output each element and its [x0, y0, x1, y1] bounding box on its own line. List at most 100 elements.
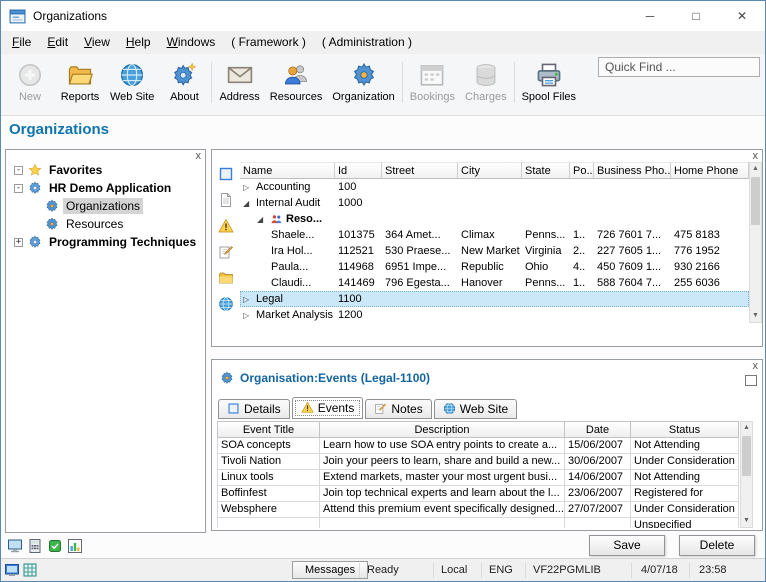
collapsed-expander-icon[interactable]: ▷: [243, 295, 253, 304]
collapse-toggle-icon[interactable]: -: [14, 184, 23, 193]
grid-cell: 100: [335, 179, 382, 195]
calculator-icon[interactable]: [27, 538, 43, 554]
collapse-toggle-icon[interactable]: -: [14, 166, 23, 175]
folder-icon[interactable]: [218, 270, 234, 286]
scroll-up-icon[interactable]: ▲: [741, 422, 752, 434]
collapsed-expander-icon[interactable]: ▷: [243, 183, 253, 192]
grid-column-header-id[interactable]: Id: [335, 162, 382, 179]
toolbar-button-reports[interactable]: Reports: [55, 59, 105, 106]
grid-cell: [570, 179, 594, 195]
menu-item-help[interactable]: Help: [118, 31, 159, 54]
grid-cell: 1..: [570, 227, 594, 243]
events-column-header-event-title[interactable]: Event Title: [217, 421, 320, 438]
grid-vertical-scrollbar[interactable]: ▲ ▼: [749, 162, 762, 323]
session-icon[interactable]: [4, 562, 20, 578]
events-row-linux-tools[interactable]: Linux toolsExtend markets, master your m…: [217, 470, 739, 486]
tree-item-organizations[interactable]: Organizations: [6, 197, 205, 215]
toolbar-button-about[interactable]: About: [159, 59, 209, 106]
grid-row-market-analysis[interactable]: ▷Market Analysis1200: [240, 307, 749, 323]
minimize-button[interactable]: ─: [627, 1, 673, 31]
grid-row-claudi[interactable]: Claudi...141469796 Egesta...HanoverPenns…: [240, 275, 749, 291]
details-square-icon[interactable]: [218, 166, 234, 182]
person-icon: [283, 62, 309, 88]
tree-item-hr-demo-application[interactable]: -HR Demo Application: [6, 179, 205, 197]
scroll-up-icon[interactable]: ▲: [750, 163, 761, 175]
grid-column-header-po[interactable]: Po...: [570, 162, 594, 179]
status-ready: Ready: [367, 564, 399, 576]
events-row-tivoli-nation[interactable]: Tivoli NationJoin your peers to learn, s…: [217, 454, 739, 470]
close-panel-icon[interactable]: x: [753, 150, 759, 162]
document-icon[interactable]: [218, 192, 234, 208]
toolbar-button-spool-files[interactable]: Spool Files: [517, 59, 581, 106]
menu-item-windows[interactable]: Windows: [159, 31, 224, 54]
grid-cell: [522, 195, 570, 211]
globe-icon[interactable]: [218, 296, 234, 312]
events-row-websphere[interactable]: WebsphereAttend this premium event speci…: [217, 502, 739, 518]
expanded-expander-icon[interactable]: ◢: [243, 199, 253, 208]
tab-details[interactable]: Details: [218, 399, 290, 419]
green-led-icon[interactable]: [47, 538, 63, 554]
collapsed-expander-icon[interactable]: ▷: [243, 311, 253, 320]
scroll-down-icon[interactable]: ▼: [741, 515, 752, 527]
grid-cell: 796 Egesta...: [382, 275, 458, 291]
tree-item-resources[interactable]: Resources: [6, 215, 205, 233]
events-column-header-status[interactable]: Status: [631, 421, 739, 438]
events-column-header-date[interactable]: Date: [565, 421, 631, 438]
menu-item-view[interactable]: View: [76, 31, 118, 54]
events-row-boffinfest[interactable]: BoffinfestJoin top technical experts and…: [217, 486, 739, 502]
grid-column-header-street[interactable]: Street: [382, 162, 458, 179]
tab-events[interactable]: Events: [292, 397, 364, 419]
grid-row-shaele[interactable]: Shaele...101375364 Amet...ClimaxPenns...…: [240, 227, 749, 243]
tree-item-programming-techniques[interactable]: +Programming Techniques: [6, 233, 205, 251]
expanded-expander-icon[interactable]: ◢: [257, 215, 267, 224]
tab-web-site[interactable]: Web Site: [434, 399, 517, 419]
events-vertical-scrollbar[interactable]: ▲ ▼: [740, 421, 753, 528]
maximize-button[interactable]: □: [673, 1, 719, 31]
menu-item-administration[interactable]: ( Administration ): [314, 31, 420, 54]
toolbar-button-address[interactable]: Address: [214, 59, 264, 106]
grid-row-accounting[interactable]: ▷Accounting100: [240, 179, 749, 195]
expand-toggle-icon[interactable]: +: [14, 238, 23, 247]
grid-mini-icon[interactable]: [22, 562, 38, 578]
warning-icon[interactable]: [218, 218, 234, 234]
grid-cell: 101375: [335, 227, 382, 243]
grid-row-ira-hol[interactable]: Ira Hol...112521530 Praese...New MarketV…: [240, 243, 749, 259]
grid-row-internal-audit[interactable]: ◢Internal Audit1000: [240, 195, 749, 211]
close-button[interactable]: ✕: [719, 1, 765, 31]
tree-item-label: Organizations: [63, 198, 143, 214]
toolbar-button-web-site[interactable]: Web Site: [105, 59, 159, 106]
grid-row-reso[interactable]: ◢Reso...: [240, 211, 749, 227]
monitor-icon[interactable]: [7, 538, 23, 554]
quick-find-input[interactable]: [598, 57, 760, 77]
note-icon[interactable]: [218, 244, 234, 260]
scroll-down-icon[interactable]: ▼: [750, 310, 761, 322]
grid-column-header-state[interactable]: State: [522, 162, 570, 179]
grid-row-legal[interactable]: ▷Legal1100: [240, 291, 749, 307]
tree-item-favorites[interactable]: -Favorites: [6, 161, 205, 179]
grid-column-header-home-phone[interactable]: Home Phone: [671, 162, 749, 179]
maximize-panel-icon[interactable]: [745, 375, 757, 386]
grid-column-header-city[interactable]: City: [458, 162, 522, 179]
close-panel-icon[interactable]: x: [753, 360, 759, 372]
save-button[interactable]: Save: [589, 535, 665, 556]
grid-cell: [671, 195, 749, 211]
scrollbar-thumb[interactable]: [742, 436, 751, 476]
chart-icon[interactable]: [67, 538, 83, 554]
events-row-soa-concepts[interactable]: SOA conceptsLearn how to use SOA entry p…: [217, 438, 739, 454]
tab-notes[interactable]: Notes: [365, 399, 431, 419]
delete-button[interactable]: Delete: [679, 535, 755, 556]
grid-column-header-business-pho[interactable]: Business Pho...: [594, 162, 671, 179]
events-row[interactable]: Unspecified: [217, 518, 739, 528]
grid-column-header-name[interactable]: Name: [240, 162, 335, 179]
menu-item-file[interactable]: File: [4, 31, 39, 54]
scrollbar-thumb[interactable]: [751, 177, 760, 225]
grid-row-paula[interactable]: Paula...1149686951 Impe...RepublicOhio4.…: [240, 259, 749, 275]
navigation-panel: x -Favorites-HR Demo ApplicationOrganiza…: [5, 149, 206, 533]
close-panel-icon[interactable]: x: [196, 150, 202, 162]
toolbar-button-resources[interactable]: Resources: [265, 59, 328, 106]
menu-item-framework[interactable]: ( Framework ): [223, 31, 314, 54]
toolbar-button-organization[interactable]: Organization: [327, 59, 399, 106]
messages-button[interactable]: Messages: [292, 561, 368, 579]
events-column-header-description[interactable]: Description: [320, 421, 565, 438]
menu-item-edit[interactable]: Edit: [39, 31, 76, 54]
